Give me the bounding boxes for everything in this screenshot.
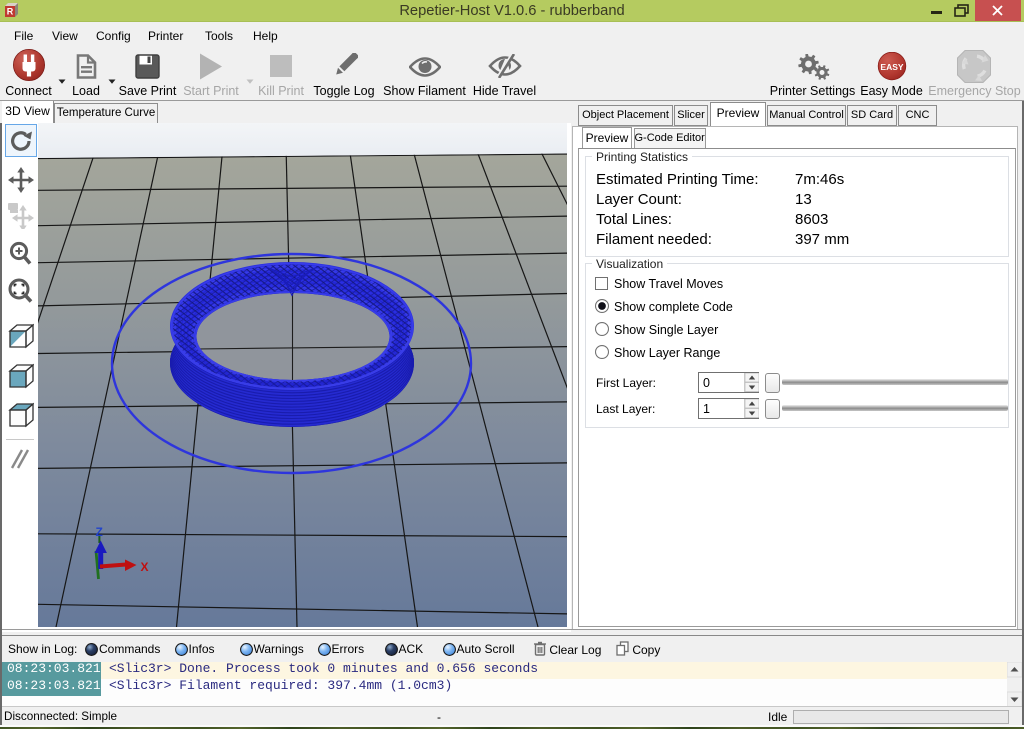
svg-text:X: X — [141, 560, 149, 574]
svg-text:Z: Z — [96, 525, 103, 539]
svg-text:EASY: EASY — [880, 62, 903, 72]
